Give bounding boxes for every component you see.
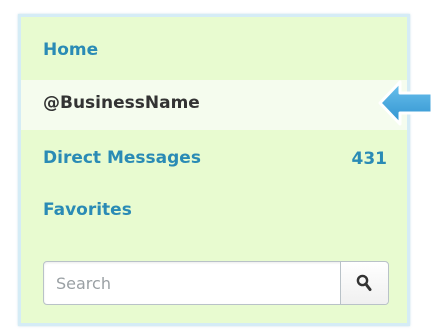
nav-item-business-name[interactable]: @BusinessName: [21, 80, 407, 130]
search-button[interactable]: [340, 262, 388, 304]
search-input[interactable]: [44, 262, 340, 304]
search-box: [43, 261, 389, 305]
nav-item-label: Favorites: [43, 200, 132, 220]
nav-item-home[interactable]: Home: [21, 27, 407, 77]
nav-item-label: Direct Messages: [43, 148, 201, 168]
nav-item-direct-messages[interactable]: Direct Messages 431: [21, 135, 407, 185]
nav-item-label: Home: [43, 40, 99, 60]
direct-messages-count: 431: [351, 149, 388, 169]
nav-item-favorites[interactable]: Favorites: [21, 187, 407, 237]
nav-item-label: @BusinessName: [43, 93, 200, 113]
sidebar-panel: Home @BusinessName Direct Messages 431 F…: [18, 14, 410, 326]
arrow-left-icon: [378, 80, 433, 126]
search-icon: [356, 274, 372, 291]
